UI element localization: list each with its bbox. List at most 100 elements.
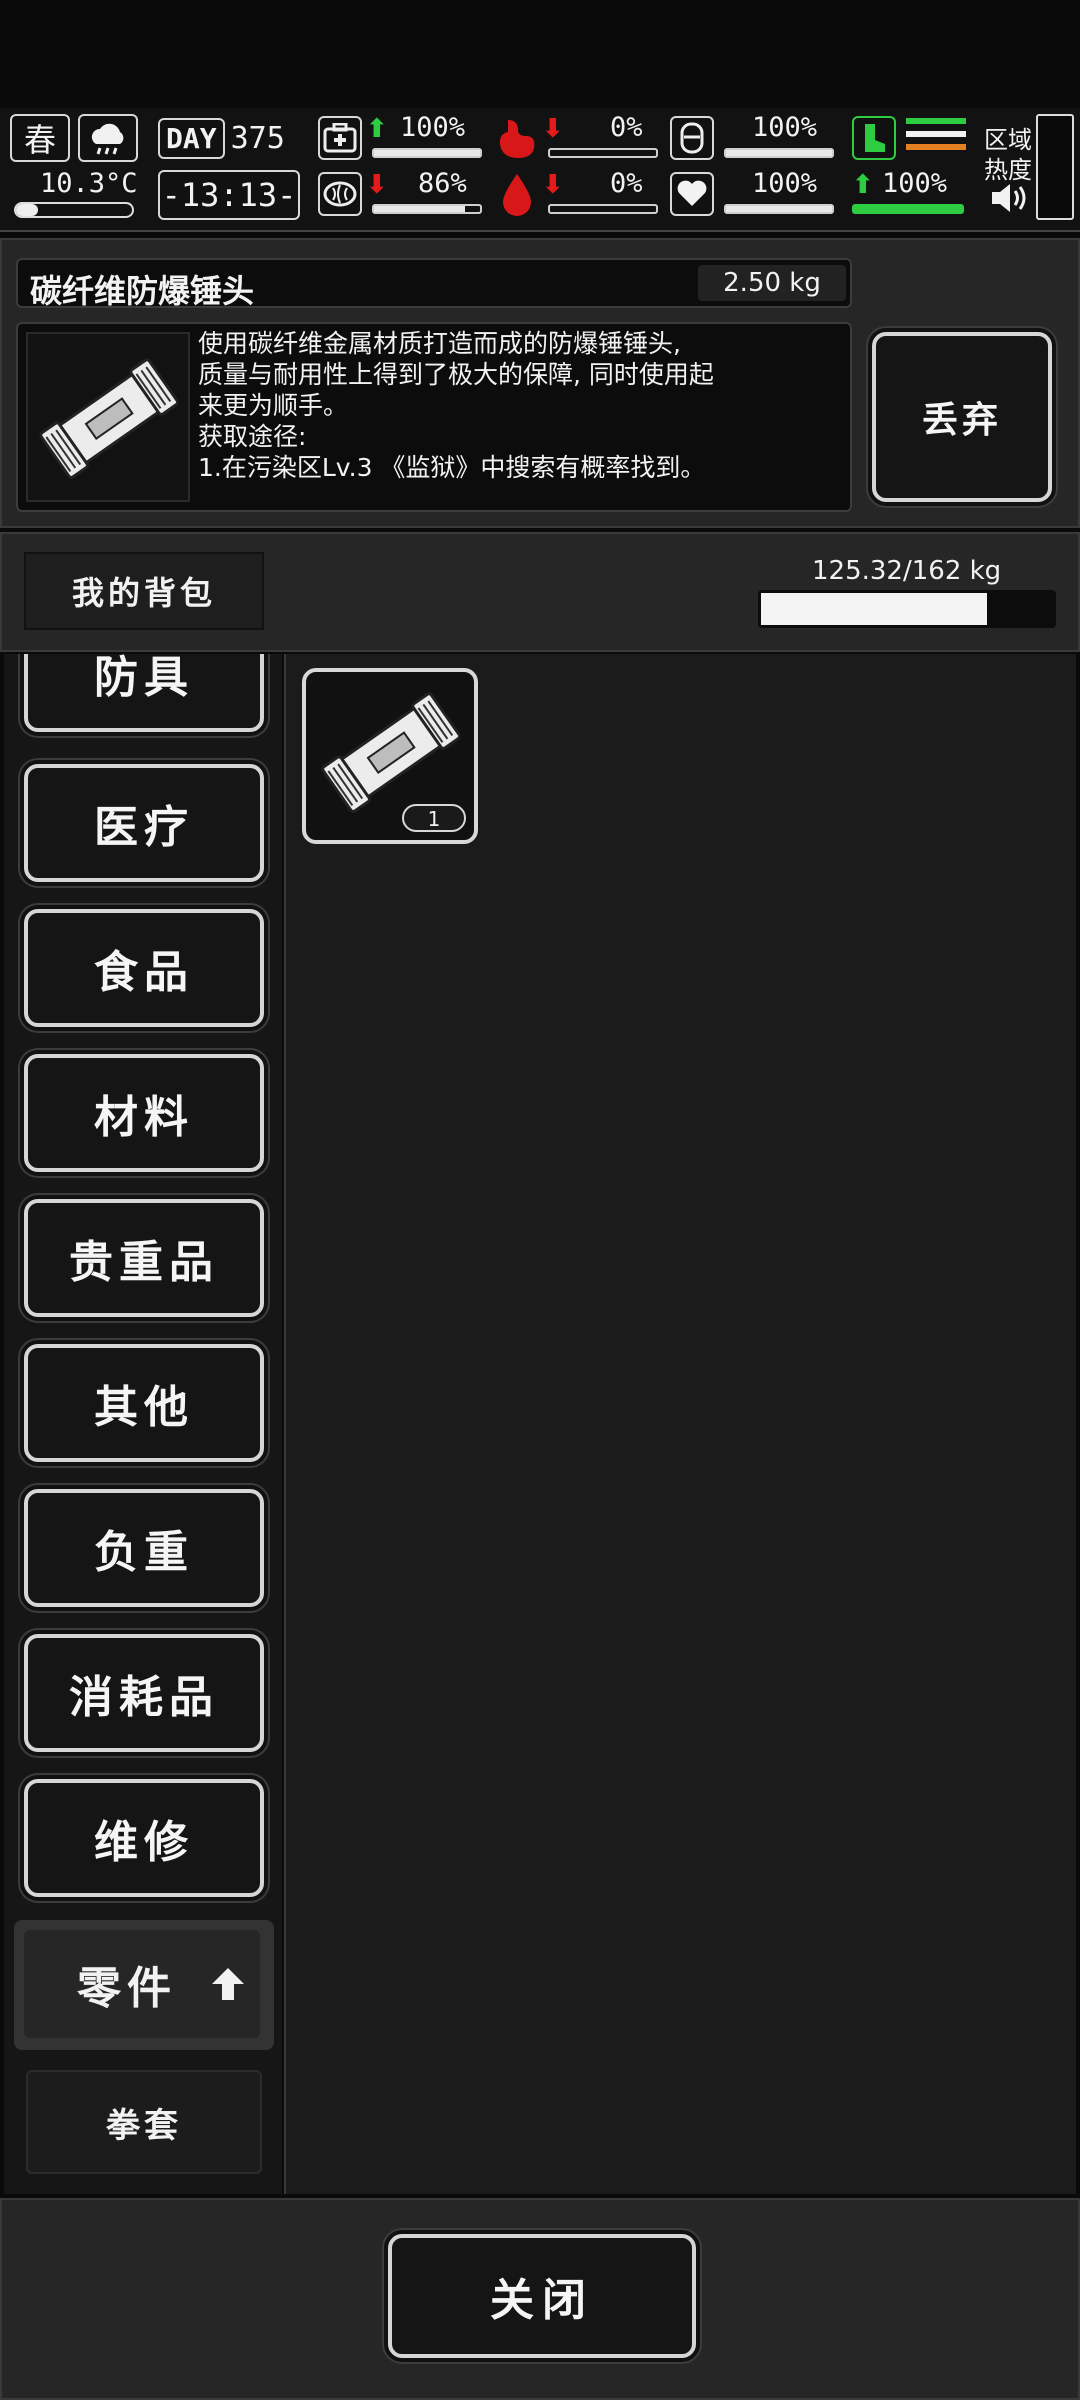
water-bar-fill [726, 150, 832, 156]
category-other[interactable]: 其他 [24, 1344, 264, 1462]
category-label: 负重 [94, 1527, 194, 1578]
water-bar [724, 148, 834, 158]
category-consumables[interactable]: 消耗品 [24, 1634, 264, 1752]
category-food[interactable]: 食品 [24, 909, 264, 1027]
game-clock: -13:13- [158, 170, 300, 220]
stomach-icon [494, 114, 540, 162]
brain-down-arrow-icon: ⬇ [366, 170, 388, 200]
item-detail-panel: 碳纤维防爆锤头 2.50 kg 使用碳纤维金属材质打造而成的防爆锤锤头, 质量与… [0, 238, 1080, 528]
item-title-bar: 碳纤维防爆锤头 2.50 kg [16, 258, 852, 310]
temperature-value: 10.3°C [40, 168, 138, 199]
health-percent: 100% [400, 112, 466, 143]
heart-icon [670, 172, 714, 216]
capacity-bar-fill [761, 593, 987, 625]
backpack-header: 我的背包 125.32/162 kg [0, 532, 1080, 652]
footer-bar: 关闭 [0, 2198, 1080, 2400]
day-value: 375 [230, 120, 285, 156]
item-description-box: 使用碳纤维金属材质打造而成的防爆锤锤头, 质量与耐用性上得到了极大的保障, 同时… [16, 322, 852, 512]
category-label: 医疗 [94, 802, 194, 853]
capacity-bar [758, 590, 1056, 628]
stamina-bar-fill [854, 206, 962, 212]
close-label: 关闭 [490, 2275, 594, 2326]
description-line: 获取途径: [198, 422, 307, 451]
category-parts-selected[interactable]: 零件 [14, 1920, 274, 2050]
category-label: 材料 [94, 1092, 194, 1143]
blood-percent: 0% [610, 168, 643, 199]
discard-button[interactable]: 丢弃 [872, 332, 1052, 502]
health-up-arrow-icon: ⬆ [366, 114, 388, 144]
water-percent: 100% [752, 112, 818, 143]
stomach-percent: 0% [610, 112, 643, 143]
category-label: 拳套 [106, 2105, 182, 2146]
stomach-down-arrow-icon: ⬇ [542, 114, 564, 144]
brain-icon [318, 172, 362, 216]
day-counter: DAY 375 [158, 114, 300, 162]
stamina-stripes-icon [906, 118, 966, 158]
item-detail-image [26, 332, 190, 502]
stomach-bar [548, 148, 658, 158]
item-count: 1 [427, 807, 441, 831]
stamina-bar [852, 204, 964, 214]
heart-bar [724, 204, 834, 214]
category-valuables[interactable]: 贵重品 [24, 1199, 264, 1317]
weather-icon [78, 114, 138, 162]
item-count-badge: 1 [402, 804, 466, 832]
category-label: 贵重品 [69, 1237, 219, 1288]
game-clock-value: -13:13- [161, 176, 297, 214]
season-label: 春 [23, 121, 56, 159]
heart-percent: 100% [752, 168, 818, 199]
backpack-title-box: 我的背包 [24, 552, 264, 630]
speaker-icon[interactable] [988, 180, 1028, 216]
status-bar: 春 10.3°C DAY 375 -13:13- ⬆ 100% ⬇ 86% ⬇ … [0, 108, 1080, 232]
item-description: 使用碳纤维金属材质打造而成的防爆锤锤头, 质量与耐用性上得到了极大的保障, 同时… [198, 328, 846, 483]
category-repair[interactable]: 维修 [24, 1779, 264, 1897]
hammer-head-icon [321, 692, 460, 813]
blood-drop-icon [494, 170, 540, 218]
description-line: 1.在污染区Lv.3 《监狱》中搜索有概率找到。 [198, 453, 706, 482]
discard-label: 丢弃 [921, 400, 1002, 441]
heart-bar-fill [726, 206, 832, 212]
backpack-title: 我的背包 [71, 574, 216, 612]
description-line: 使用碳纤维金属材质打造而成的防爆锤锤头, [198, 329, 681, 358]
stamina-percent: 100% [882, 168, 948, 199]
category-gloves[interactable]: 拳套 [26, 2070, 262, 2174]
category-load[interactable]: 负重 [24, 1489, 264, 1607]
category-label: 零件 [77, 1963, 177, 2014]
description-line: 质量与耐用性上得到了极大的保障, 同时使用起 [198, 360, 714, 389]
item-name: 碳纤维防爆锤头 [30, 272, 255, 310]
brain-percent: 86% [418, 168, 467, 199]
category-label: 食品 [94, 947, 194, 998]
stamina-up-arrow-icon: ⬆ [852, 170, 874, 200]
blood-down-arrow-icon: ⬇ [542, 170, 564, 200]
health-bar [372, 148, 482, 158]
category-label: 防具 [94, 654, 194, 703]
brain-bar [372, 204, 482, 214]
temperature-readout: 10.3°C [10, 166, 138, 224]
category-label: 消耗品 [69, 1672, 219, 1723]
inventory-grid: 1 [284, 654, 1076, 2194]
item-weight: 2.50 kg [723, 268, 821, 298]
category-armor[interactable]: 防具 [24, 654, 264, 732]
description-line: 来更为顺手。 [198, 391, 349, 420]
close-button[interactable]: 关闭 [388, 2234, 696, 2358]
category-medical[interactable]: 医疗 [24, 764, 264, 882]
zone-heat-gauge [1036, 114, 1074, 220]
item-weight-box: 2.50 kg [698, 265, 846, 301]
category-label: 维修 [94, 1817, 194, 1868]
backpack-capacity: 125.32/162 kg [812, 556, 1002, 586]
thermometer-icon [14, 202, 134, 218]
water-bottle-icon [670, 116, 714, 160]
boot-icon [852, 116, 896, 160]
health-bar-fill [374, 150, 480, 156]
category-materials[interactable]: 材料 [24, 1054, 264, 1172]
day-label: DAY [158, 117, 225, 159]
blood-bar [548, 204, 658, 214]
hammer-head-icon [39, 358, 178, 479]
medkit-icon [318, 116, 362, 160]
up-arrow-icon [212, 1968, 244, 2000]
inventory-slot[interactable]: 1 [302, 668, 478, 844]
category-label: 其他 [94, 1382, 194, 1433]
brain-bar-fill [374, 206, 466, 212]
category-sidebar: 防具 医疗 食品 材料 贵重品 其他 负重 消耗品 维修 零件 拳套 [4, 654, 282, 2194]
season-badge: 春 [10, 114, 70, 162]
